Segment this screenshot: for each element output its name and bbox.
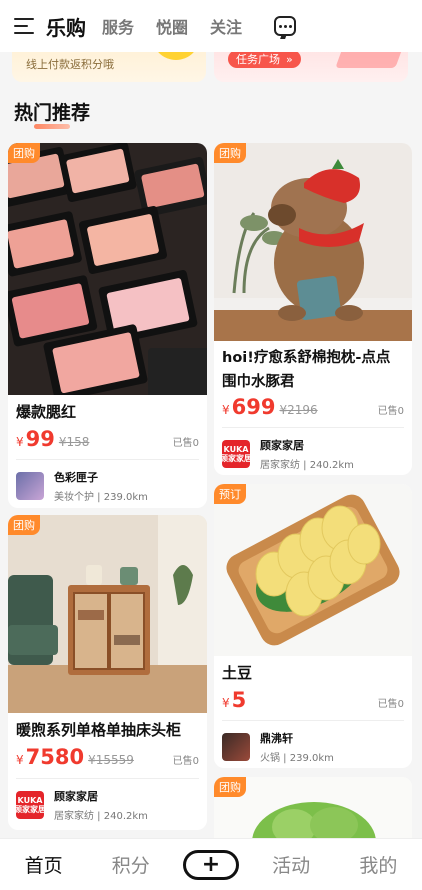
publish-button[interactable]: + bbox=[182, 849, 239, 880]
product-title-line2: 围巾水豚君 bbox=[222, 374, 295, 390]
nav-home[interactable]: 首页 bbox=[9, 851, 79, 878]
points-banner-text: 线上付款返积分哦 bbox=[26, 58, 114, 71]
divider bbox=[222, 720, 404, 721]
shop-info[interactable]: 色彩匣子 美妆个护 | 239.0km bbox=[16, 469, 199, 503]
shop-info[interactable]: KUKA 顾家家居 顾家家居 居家家纺 | 240.2km bbox=[222, 437, 404, 471]
original-price: ¥15559 bbox=[88, 753, 134, 767]
divider bbox=[16, 778, 199, 779]
shop-logo bbox=[222, 733, 250, 761]
tab-legou[interactable]: 乐购 bbox=[46, 12, 86, 41]
shop-meta: 火锅 | 239.0km bbox=[260, 753, 334, 764]
sold-count: 已售0 bbox=[172, 756, 199, 767]
product-card[interactable]: 团购 hoi!疗愈系舒棉抱枕-点点 围巾水豚君 ¥ 699 ¥2196 已售0 … bbox=[214, 143, 412, 475]
nav-mine[interactable]: 我的 bbox=[343, 851, 413, 878]
product-title: hoi!疗愈系舒棉抱枕-点点 围巾水豚君 bbox=[222, 346, 390, 394]
shop-meta: 居家家纺 | 240.2km bbox=[54, 811, 148, 822]
shop-info[interactable]: 鼎沸轩 火锅 | 239.0km bbox=[222, 730, 404, 764]
product-image bbox=[214, 143, 412, 341]
nav-activity[interactable]: 活动 bbox=[256, 851, 326, 878]
kuka-logo: KUKA 顾家家居 bbox=[222, 440, 250, 468]
currency-symbol: ¥ bbox=[16, 753, 24, 767]
price-row: ¥ 699 ¥2196 已售0 bbox=[222, 395, 404, 419]
product-image bbox=[8, 143, 207, 395]
group-buy-tag: 团购 bbox=[214, 143, 246, 163]
price-row: ¥ 7580 ¥15559 已售0 bbox=[16, 745, 199, 769]
shop-meta: 居家家纺 | 240.2km bbox=[260, 460, 354, 471]
nav-points[interactable]: 积分 bbox=[96, 851, 166, 878]
section-title: 热门推荐 bbox=[14, 98, 90, 129]
product-card[interactable]: 团购 爆款腮红 ¥ 99 ¥158 已售0 色彩匣子 美妆个护 | 239.0k… bbox=[8, 143, 207, 508]
preorder-tag: 预订 bbox=[214, 484, 246, 504]
price-row: ¥ 5 已售0 bbox=[222, 688, 404, 712]
group-buy-tag: 团购 bbox=[8, 515, 40, 535]
menu-icon[interactable] bbox=[14, 18, 34, 34]
currency-symbol: ¥ bbox=[16, 435, 24, 449]
original-price: ¥2196 bbox=[279, 403, 318, 417]
shop-name: 顾家家居 bbox=[54, 790, 98, 803]
tab-follow[interactable]: 关注 bbox=[210, 14, 242, 38]
currency-symbol: ¥ bbox=[222, 403, 230, 417]
product-image bbox=[8, 515, 207, 713]
task-square-button[interactable]: 任务广场 » bbox=[228, 50, 301, 68]
plus-icon: + bbox=[201, 851, 221, 877]
shop-meta: 美妆个护 | 239.0km bbox=[54, 492, 148, 503]
product-title: 土豆 bbox=[222, 664, 253, 682]
sold-count: 已售0 bbox=[172, 438, 199, 449]
product-price: 5 bbox=[231, 688, 247, 712]
product-card[interactable]: 团购 暖煦系列单格单抽床头柜 ¥ 7580 ¥15559 已售0 KUKA 顾家… bbox=[8, 515, 207, 830]
sold-count: 已售0 bbox=[377, 699, 404, 710]
product-image bbox=[214, 484, 412, 656]
product-price: 7580 bbox=[25, 745, 85, 769]
product-card[interactable]: 预订 土豆 ¥ 5 已售0 鼎沸轩 火锅 | 239.0km bbox=[214, 484, 412, 768]
product-title: 爆款腮红 bbox=[16, 403, 77, 421]
kuka-logo: KUKA 顾家家居 bbox=[16, 791, 44, 819]
bottom-nav: 首页 积分 + 活动 我的 bbox=[0, 838, 422, 890]
double-chevron-icon: » bbox=[286, 52, 293, 66]
message-icon[interactable] bbox=[274, 16, 296, 36]
product-title: 暖煦系列单格单抽床头柜 bbox=[16, 721, 182, 739]
shop-info[interactable]: KUKA 顾家家居 顾家家居 居家家纺 | 240.2km bbox=[16, 788, 199, 822]
sold-count: 已售0 bbox=[377, 406, 404, 417]
product-title-line1: hoi!疗愈系舒棉抱枕-点点 bbox=[222, 350, 391, 366]
divider bbox=[222, 427, 404, 428]
top-nav: 乐购 服务 悦圈 关注 bbox=[0, 0, 422, 52]
divider bbox=[16, 459, 199, 460]
tab-yuequan[interactable]: 悦圈 bbox=[156, 14, 188, 38]
currency-symbol: ¥ bbox=[222, 696, 230, 710]
shop-name: 鼎沸轩 bbox=[260, 732, 293, 745]
product-price: 99 bbox=[25, 427, 55, 451]
price-row: ¥ 99 ¥158 已售0 bbox=[16, 427, 199, 451]
group-buy-tag: 团购 bbox=[214, 777, 246, 797]
product-price: 699 bbox=[231, 395, 276, 419]
original-price: ¥158 bbox=[58, 435, 90, 449]
shop-logo bbox=[16, 472, 44, 500]
group-buy-tag: 团购 bbox=[8, 143, 40, 163]
shop-name: 顾家家居 bbox=[260, 439, 304, 452]
shop-name: 色彩匣子 bbox=[54, 471, 98, 484]
task-square-label: 任务广场 bbox=[236, 53, 280, 66]
tab-service[interactable]: 服务 bbox=[102, 14, 134, 38]
